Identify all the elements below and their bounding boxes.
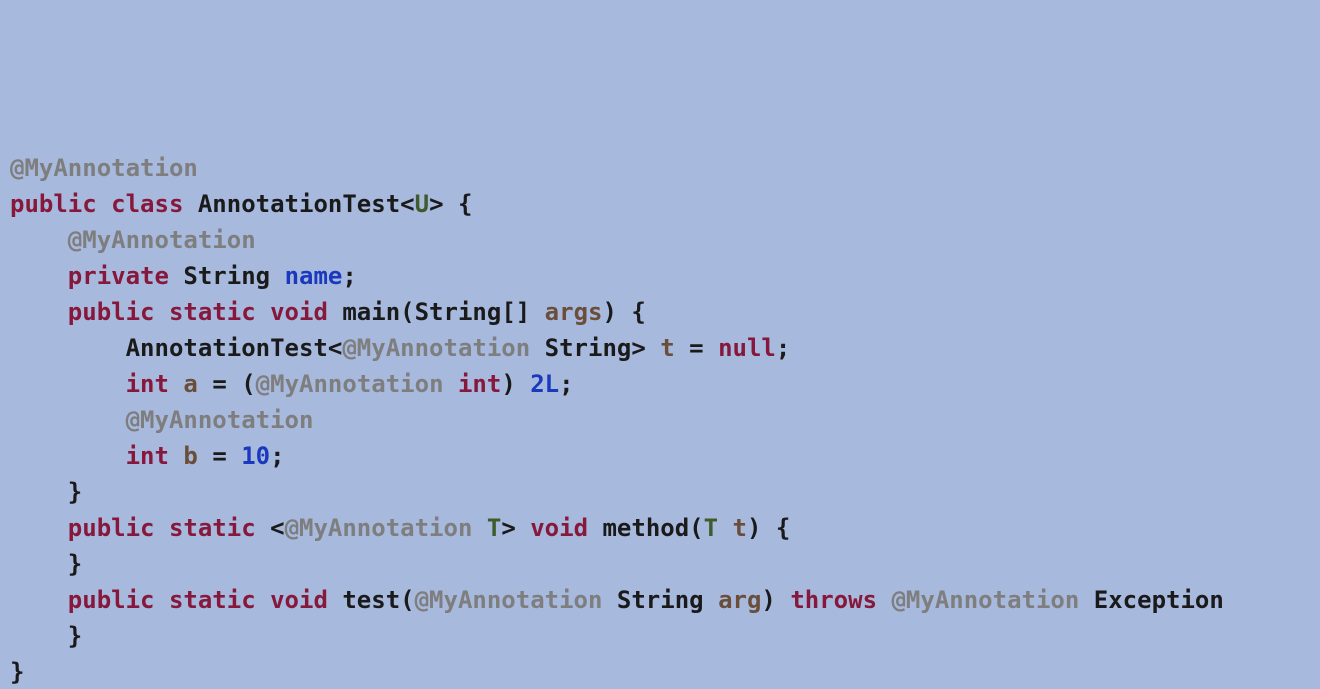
paren-open: ( [400,586,414,614]
angle-open: < [328,334,342,362]
code-line: public static <@MyAnnotation T> void met… [10,510,1310,546]
code-line: } [10,618,1310,654]
code-line: } [10,654,1310,689]
type: AnnotationTest [126,334,328,362]
keyword-private: private [68,262,169,290]
brackets: [] [501,298,530,326]
paren-open: ( [400,298,414,326]
annotation: @MyAnnotation [342,334,530,362]
code-line: public static void test(@MyAnnotation St… [10,582,1310,618]
local-var: t [660,334,674,362]
semicolon: ; [559,370,573,398]
angle-open: < [270,514,284,542]
annotation: @MyAnnotation [415,586,603,614]
brace-close: } [68,550,82,578]
equals: = [689,334,703,362]
angle-close: > [429,190,443,218]
method-test: test [342,586,400,614]
keyword-void: void [270,298,328,326]
keyword-int: int [458,370,501,398]
semicolon: ; [776,334,790,362]
brace-open: { [458,190,472,218]
keyword-int: int [126,370,169,398]
keyword-static: static [169,586,256,614]
type-param: U [415,190,429,218]
paren-open: ( [689,514,703,542]
null-literal: null [718,334,776,362]
keyword-static: static [169,298,256,326]
param: t [733,514,747,542]
code-line: AnnotationTest<@MyAnnotation String> t =… [10,330,1310,366]
method-main: main [342,298,400,326]
equals: = [212,442,226,470]
keyword-void: void [530,514,588,542]
keyword-static: static [169,514,256,542]
annotation: @MyAnnotation [285,514,473,542]
brace-open: { [631,298,645,326]
semicolon: ; [270,442,284,470]
equals: = [212,370,226,398]
annotation: @MyAnnotation [126,406,314,434]
method-name: method [602,514,689,542]
local-var: b [183,442,197,470]
param-args: args [545,298,603,326]
code-editor[interactable]: @MyAnnotation public class AnnotationTest… [10,150,1310,689]
code-line: } [10,546,1310,582]
code-line: @MyAnnotation [10,222,1310,258]
keyword-public: public [10,190,97,218]
brace-close: } [68,478,82,506]
keyword-public: public [68,586,155,614]
annotation: @MyAnnotation [68,226,256,254]
code-line: int b = 10; [10,438,1310,474]
semicolon: ; [342,262,356,290]
number-literal: 2L [530,370,559,398]
code-line: private String name; [10,258,1310,294]
keyword-public: public [68,514,155,542]
type-param: T [704,514,718,542]
code-line: public class AnnotationTest<U> { [10,186,1310,222]
type-exception: Exception [1094,586,1224,614]
annotation: @MyAnnotation [891,586,1079,614]
brace-close: } [68,622,82,650]
paren-open: ( [241,370,255,398]
paren-close: ) [761,586,775,614]
paren-close: ) [501,370,515,398]
type-string: String [617,586,704,614]
type-string: String [183,262,270,290]
number-literal: 10 [241,442,270,470]
brace-close: } [10,658,24,686]
annotation: @MyAnnotation [10,154,198,182]
local-var: a [183,370,197,398]
annotation: @MyAnnotation [256,370,444,398]
angle-close: > [631,334,645,362]
code-line: public static void main(String[] args) { [10,294,1310,330]
param: arg [718,586,761,614]
type-string: String [545,334,632,362]
keyword-public: public [68,298,155,326]
field-name: name [285,262,343,290]
keyword-int: int [126,442,169,470]
type-string: String [415,298,502,326]
brace-open: { [776,514,790,542]
code-line: @MyAnnotation [10,402,1310,438]
code-line: @MyAnnotation [10,150,1310,186]
code-line: int a = (@MyAnnotation int) 2L; [10,366,1310,402]
class-name: AnnotationTest [198,190,400,218]
angle-close: > [501,514,515,542]
code-line: } [10,474,1310,510]
paren-close: ) [747,514,761,542]
paren-close: ) [602,298,616,326]
type-param: T [487,514,501,542]
angle-open: < [400,190,414,218]
keyword-class: class [111,190,183,218]
keyword-void: void [270,586,328,614]
keyword-throws: throws [790,586,877,614]
